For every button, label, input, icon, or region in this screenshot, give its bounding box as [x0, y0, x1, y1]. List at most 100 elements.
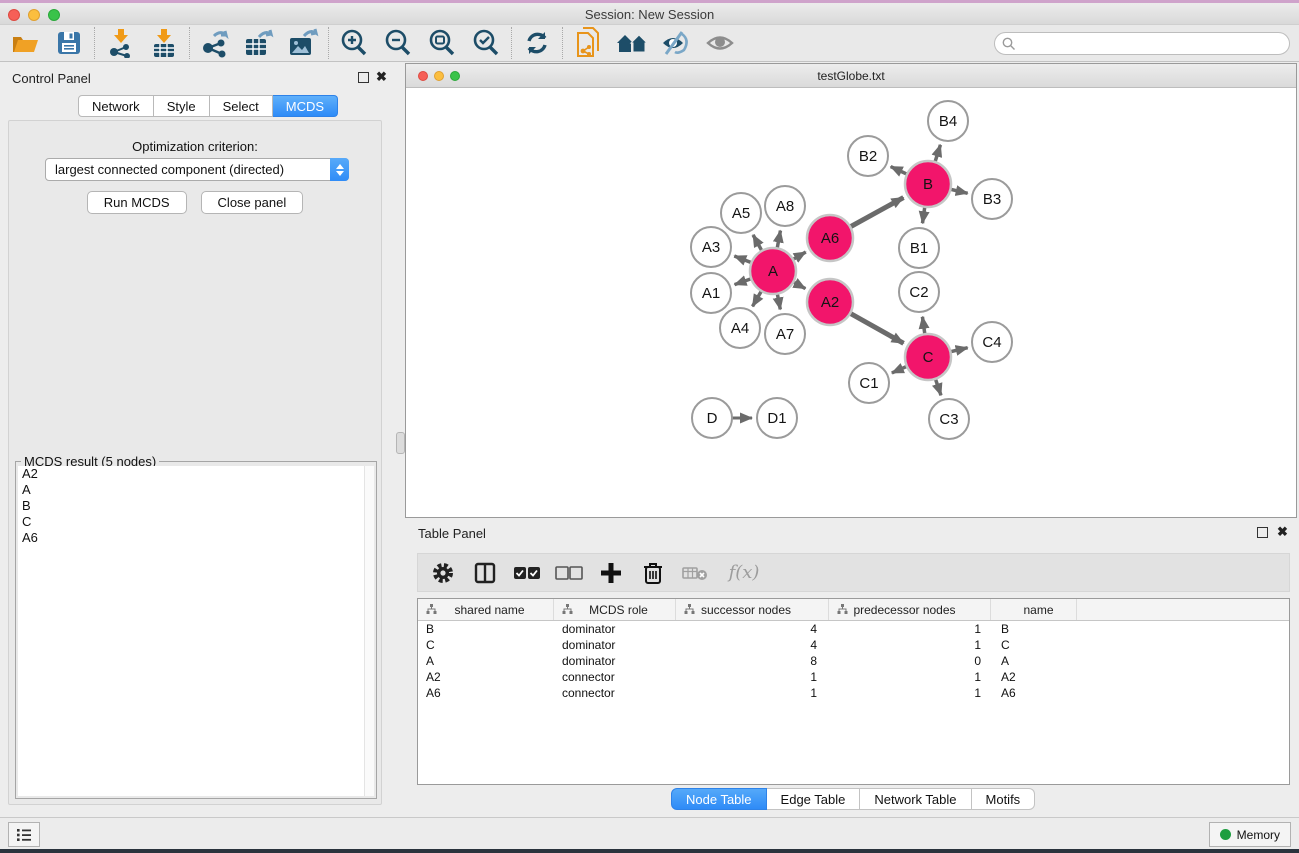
close-panel-icon[interactable]: ✖ [376, 69, 387, 85]
tab-motifs[interactable]: Motifs [972, 788, 1036, 810]
graph-node-C1[interactable]: C1 [849, 363, 889, 403]
cell-shared-name[interactable]: C [418, 637, 554, 653]
cell-mcds-role[interactable]: dominator [554, 621, 676, 637]
graph-node-A6[interactable]: A6 [807, 215, 853, 261]
export-image-button[interactable] [286, 27, 320, 59]
graph-node-A[interactable]: A [750, 248, 796, 294]
graph-node-B1[interactable]: B1 [899, 228, 939, 268]
delete-column-button[interactable] [638, 558, 668, 588]
panel-divider-grip[interactable] [396, 432, 405, 454]
cell-name[interactable]: C [991, 637, 1077, 653]
column-header-shared-name[interactable]: shared name [418, 599, 554, 620]
cell-predecessor-nodes[interactable]: 1 [829, 621, 991, 637]
result-item[interactable]: C [18, 514, 374, 530]
cell-successor-nodes[interactable]: 1 [676, 669, 829, 685]
open-file-button[interactable] [8, 27, 42, 59]
graph-node-B[interactable]: B [905, 161, 951, 207]
cell-mcds-role[interactable]: connector [554, 669, 676, 685]
zoom-selected-button[interactable] [469, 27, 503, 59]
cell-name[interactable]: A [991, 653, 1077, 669]
zoom-fit-button[interactable] [425, 27, 459, 59]
result-item[interactable]: A2 [18, 466, 374, 482]
tab-network-table[interactable]: Network Table [860, 788, 971, 810]
table-row[interactable]: C dominator 4 1 C [418, 637, 1289, 653]
cell-predecessor-nodes[interactable]: 1 [829, 669, 991, 685]
tab-style[interactable]: Style [154, 95, 210, 117]
table-row[interactable]: A6 connector 1 1 A6 [418, 685, 1289, 701]
search-input[interactable] [1017, 35, 1289, 53]
graph-node-A4[interactable]: A4 [720, 308, 760, 348]
cell-predecessor-nodes[interactable]: 0 [829, 653, 991, 669]
column-visibility-button[interactable] [470, 558, 500, 588]
zoom-out-button[interactable] [381, 27, 415, 59]
cell-predecessor-nodes[interactable]: 1 [829, 637, 991, 653]
float-panel-icon[interactable] [358, 72, 369, 83]
cell-shared-name[interactable]: A2 [418, 669, 554, 685]
graph-node-C3[interactable]: C3 [929, 399, 969, 439]
export-network-button[interactable] [198, 27, 232, 59]
search-field[interactable] [994, 32, 1290, 55]
network-canvas[interactable]: AA1A2A3A4A5A6A7A8BB1B2B3B4CC1C2C3C4DD1 [406, 88, 1296, 517]
float-table-panel-icon[interactable] [1257, 527, 1268, 538]
cell-successor-nodes[interactable]: 8 [676, 653, 829, 669]
cell-mcds-role[interactable]: dominator [554, 653, 676, 669]
graph-node-B2[interactable]: B2 [848, 136, 888, 176]
column-header-predecessor-nodes[interactable]: predecessor nodes [829, 599, 991, 620]
graph-node-D[interactable]: D [692, 398, 732, 438]
graph-node-C2[interactable]: C2 [899, 272, 939, 312]
result-item[interactable]: B [18, 498, 374, 514]
tab-node-table[interactable]: Node Table [671, 788, 767, 810]
task-history-button[interactable] [8, 822, 40, 847]
refresh-button[interactable] [520, 27, 554, 59]
cell-successor-nodes[interactable]: 4 [676, 637, 829, 653]
function-builder-button[interactable]: f(x) [722, 558, 766, 588]
tab-select[interactable]: Select [210, 95, 273, 117]
cell-shared-name[interactable]: A6 [418, 685, 554, 701]
table-row[interactable]: A2 connector 1 1 A2 [418, 669, 1289, 685]
column-header-mcds-role[interactable]: MCDS role [554, 599, 676, 620]
import-network-button[interactable] [103, 27, 137, 59]
table-row[interactable]: B dominator 4 1 B [418, 621, 1289, 637]
deselect-all-button[interactable] [554, 558, 584, 588]
close-panel-button[interactable]: Close panel [201, 191, 304, 214]
cell-name[interactable]: A6 [991, 685, 1077, 701]
table-row[interactable]: A dominator 8 0 A [418, 653, 1289, 669]
run-mcds-button[interactable]: Run MCDS [87, 191, 187, 214]
result-item[interactable]: A [18, 482, 374, 498]
criterion-dropdown[interactable]: largest connected component (directed) [45, 158, 349, 181]
zoom-in-button[interactable] [337, 27, 371, 59]
tab-network[interactable]: Network [78, 95, 154, 117]
import-table-button[interactable] [147, 27, 181, 59]
cell-predecessor-nodes[interactable]: 1 [829, 685, 991, 701]
table-settings-button[interactable] [428, 558, 458, 588]
close-table-panel-icon[interactable]: ✖ [1277, 524, 1288, 540]
graph-node-A3[interactable]: A3 [691, 227, 731, 267]
cell-shared-name[interactable]: A [418, 653, 554, 669]
result-item[interactable]: A6 [18, 530, 374, 546]
cell-mcds-role[interactable]: connector [554, 685, 676, 701]
cell-mcds-role[interactable]: dominator [554, 637, 676, 653]
cell-successor-nodes[interactable]: 1 [676, 685, 829, 701]
graph-node-D1[interactable]: D1 [757, 398, 797, 438]
column-header-successor-nodes[interactable]: successor nodes [676, 599, 829, 620]
graph-node-B4[interactable]: B4 [928, 101, 968, 141]
column-header-name[interactable]: name [991, 599, 1077, 620]
tab-edge-table[interactable]: Edge Table [767, 788, 861, 810]
graph-node-A5[interactable]: A5 [721, 193, 761, 233]
show-graphics-details-button[interactable] [703, 27, 737, 59]
delete-table-button[interactable] [680, 558, 710, 588]
memory-button[interactable]: Memory [1209, 822, 1291, 847]
result-scrollbar[interactable] [364, 466, 374, 796]
mcds-result-list[interactable]: A2 A B C A6 [18, 466, 374, 796]
cybrowser-home-button[interactable] [615, 27, 649, 59]
export-table-button[interactable] [242, 27, 276, 59]
graph-node-C[interactable]: C [905, 334, 951, 380]
cell-name[interactable]: A2 [991, 669, 1077, 685]
graph-node-A7[interactable]: A7 [765, 314, 805, 354]
graph-node-A2[interactable]: A2 [807, 279, 853, 325]
cell-name[interactable]: B [991, 621, 1077, 637]
select-all-button[interactable] [512, 558, 542, 588]
cell-successor-nodes[interactable]: 4 [676, 621, 829, 637]
graph-node-B3[interactable]: B3 [972, 179, 1012, 219]
tab-mcds[interactable]: MCDS [273, 95, 338, 117]
